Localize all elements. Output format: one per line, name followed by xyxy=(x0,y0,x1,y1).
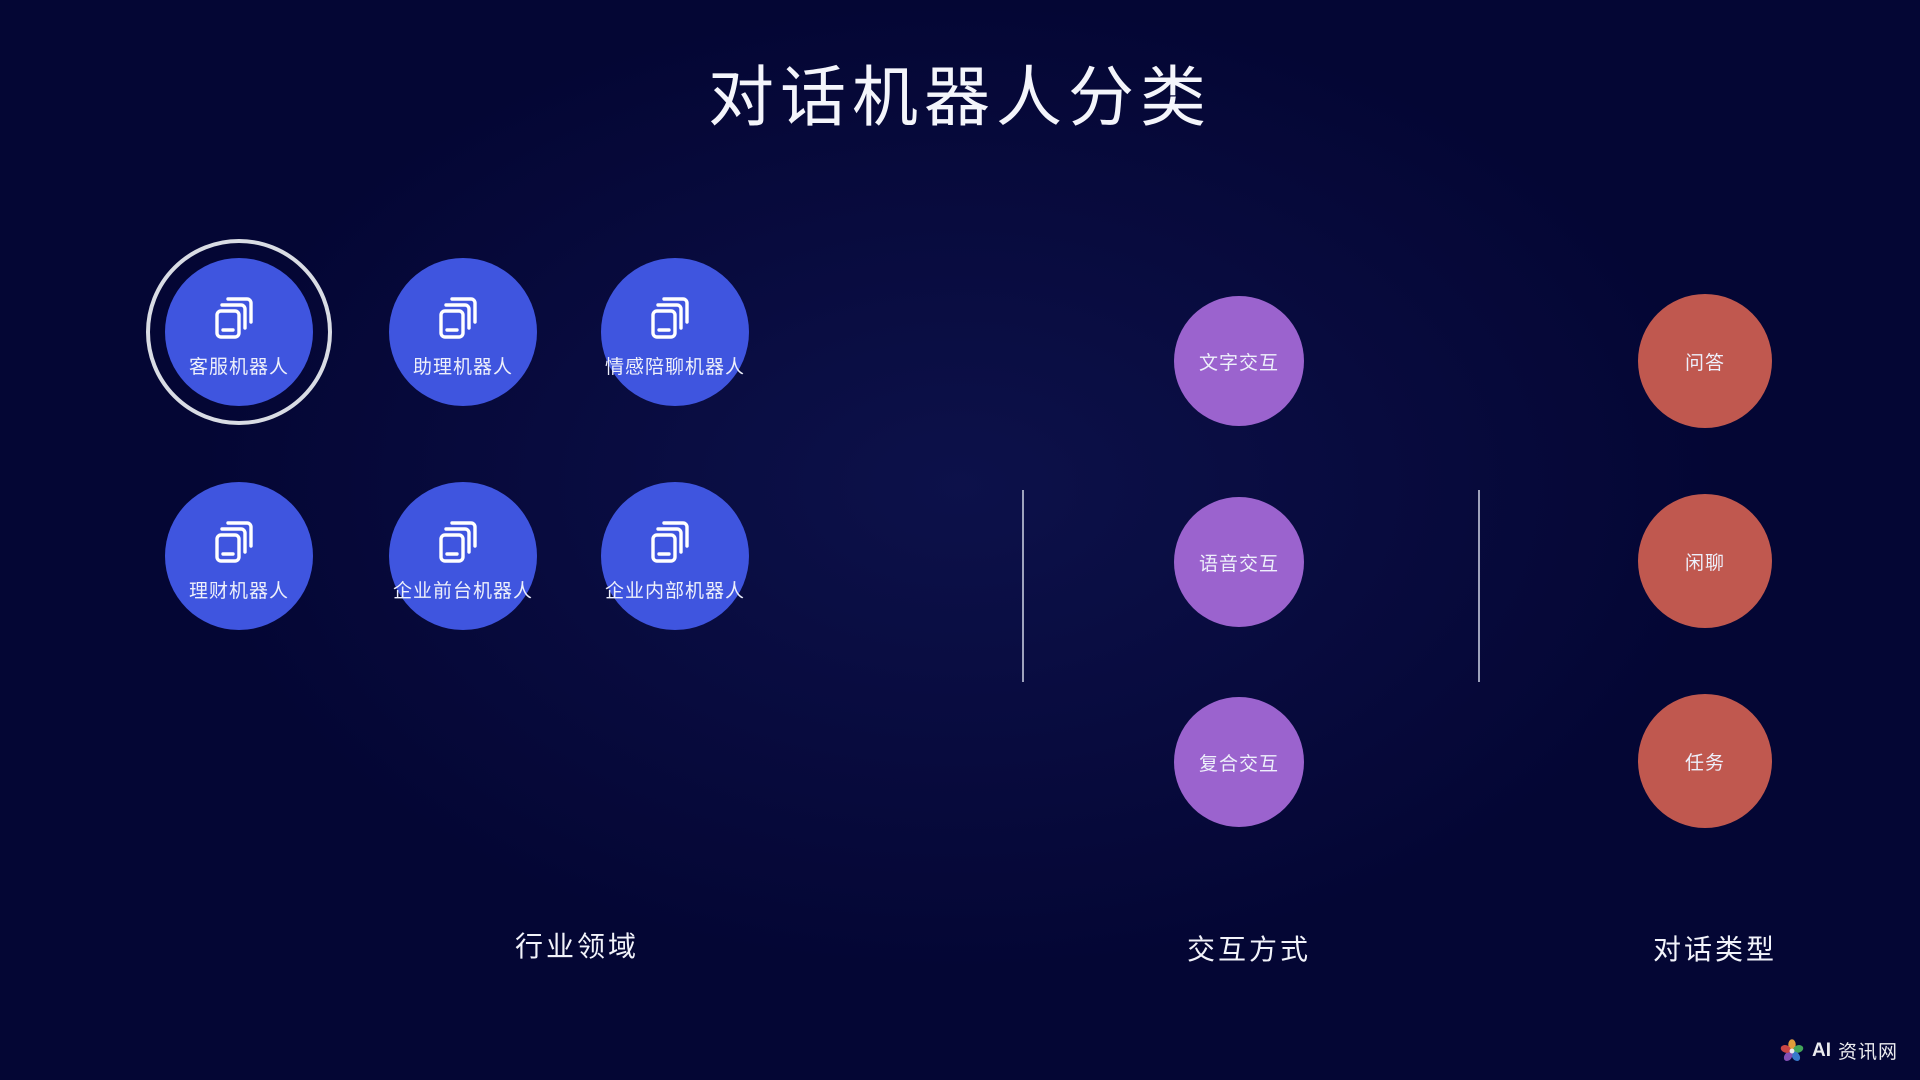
interaction-node-0[interactable]: 文字交互 xyxy=(1174,296,1304,426)
divider-interaction-dialogue xyxy=(1478,490,1480,682)
industry-node-4[interactable]: 企业前台机器人 xyxy=(389,482,537,630)
column-caption-interaction: 交互方式 xyxy=(1186,934,1312,965)
interaction-node-0-label: 文字交互 xyxy=(1198,352,1279,374)
column-caption-dialogue: 对话类型 xyxy=(1652,934,1778,965)
watermark: AI 资讯网 xyxy=(1779,1037,1898,1064)
interaction-node-2[interactable]: 复合交互 xyxy=(1174,697,1304,827)
industry-node-1[interactable]: 助理机器人 xyxy=(389,258,537,406)
column-caption-industry: 行业领域 xyxy=(514,931,640,962)
dialogue-node-2[interactable]: 任务 xyxy=(1638,694,1772,828)
divider-industry-interaction xyxy=(1022,490,1024,682)
watermark-text: 资讯网 xyxy=(1837,1042,1898,1063)
dialogue-node-1-label: 闲聊 xyxy=(1684,552,1725,574)
stacked-windows-icon xyxy=(647,510,703,566)
industry-node-3[interactable]: 理财机器人 xyxy=(165,482,313,630)
industry-node-0-label: 客服机器人 xyxy=(188,356,289,378)
industry-node-0[interactable]: 客服机器人 xyxy=(146,239,332,425)
industry-node-3-label: 理财机器人 xyxy=(188,580,289,602)
dialogue-node-0-label: 问答 xyxy=(1684,352,1725,374)
diagram-stage: 客服机器人 助理机器人 情感陪聊机器人 理财机器人 企业前台机器人 企业内部机器… xyxy=(0,0,1920,1080)
watermark-brand: AI xyxy=(1811,1039,1831,1061)
dialogue-node-1[interactable]: 闲聊 xyxy=(1638,494,1772,628)
interaction-node-1-label: 语音交互 xyxy=(1198,553,1279,575)
stacked-windows-icon xyxy=(211,510,267,566)
industry-node-4-label: 企业前台机器人 xyxy=(392,580,533,602)
interaction-node-1[interactable]: 语音交互 xyxy=(1174,497,1304,627)
industry-node-2[interactable]: 情感陪聊机器人 xyxy=(601,258,749,406)
industry-node-1-label: 助理机器人 xyxy=(412,356,513,378)
stacked-windows-icon xyxy=(435,286,491,342)
stacked-windows-icon xyxy=(435,510,491,566)
industry-node-5-label: 企业内部机器人 xyxy=(604,580,745,602)
stacked-windows-icon xyxy=(211,286,267,342)
industry-node-5[interactable]: 企业内部机器人 xyxy=(601,482,749,630)
dialogue-node-2-label: 任务 xyxy=(1684,752,1725,774)
interaction-node-2-label: 复合交互 xyxy=(1198,753,1279,775)
industry-node-2-label: 情感陪聊机器人 xyxy=(604,356,745,378)
flower-logo-icon xyxy=(1780,1038,1804,1061)
stacked-windows-icon xyxy=(647,286,703,342)
dialogue-node-0[interactable]: 问答 xyxy=(1638,294,1772,428)
